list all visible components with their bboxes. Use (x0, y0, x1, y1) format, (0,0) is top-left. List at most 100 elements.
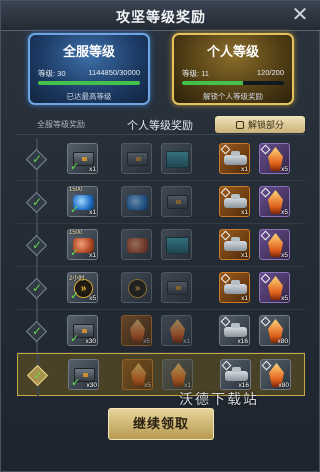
blue-resource-icon (127, 195, 148, 210)
locked-reward-slot[interactable]: x5 (259, 143, 290, 174)
claimed-check-icon: ✓ (31, 238, 43, 252)
server-reward-slot[interactable]: 1500 ✓ x1 (67, 186, 98, 217)
reward-qty: x1 (89, 252, 96, 259)
reward-qty: x80 (278, 382, 289, 389)
tab-unlock-section[interactable]: 解锁部分 (215, 116, 305, 133)
reward-qty: x5 (281, 252, 288, 259)
level-rail: ✓ (17, 310, 57, 353)
personal-reward-slot[interactable] (161, 186, 192, 217)
reward-row: ✓ 1500 ✓ x1 x1 x5 (17, 224, 305, 267)
personal-reward-slot[interactable] (121, 229, 152, 260)
reward-qty: x1 (183, 338, 190, 345)
tab-server-rewards[interactable]: 全服等级奖励 (17, 115, 105, 134)
level-rail: ✓ (17, 224, 57, 267)
chest-icon (127, 152, 148, 166)
tank-icon (225, 367, 248, 381)
tank-icon (224, 151, 247, 165)
tank-icon (224, 237, 247, 251)
lock-icon (235, 120, 244, 129)
tab-unlock-label: 解锁部分 (247, 120, 284, 130)
supply-box-icon (166, 237, 189, 254)
close-icon[interactable]: ✕ (289, 4, 311, 26)
server-reward-slot[interactable]: ✓ x30 (68, 359, 99, 390)
server-level-label: 等级: 30 (38, 69, 66, 78)
locked-reward-slot[interactable]: x16 (219, 315, 250, 346)
claimed-check-icon: ✓ (70, 333, 80, 345)
personal-reward-slot[interactable]: x5 (121, 315, 152, 346)
locked-reward-slot[interactable]: x5 (259, 229, 290, 260)
chest-icon (167, 195, 188, 209)
reward-qty: x5 (143, 338, 150, 345)
reward-qty: x16 (237, 338, 248, 345)
pin-icon (260, 187, 271, 198)
personal-progress-bar (182, 81, 284, 85)
pin-icon (260, 316, 271, 327)
personal-progress-fill (182, 81, 244, 85)
reward-qty: x30 (86, 382, 97, 389)
speedup-icon: » (128, 279, 147, 298)
locked-reward-slot[interactable]: x1 (219, 229, 250, 260)
personal-reward-slot[interactable] (161, 272, 192, 303)
reward-qty: x5 (281, 166, 288, 173)
locked-reward-slot[interactable]: x5 (259, 272, 290, 303)
server-reward-slot[interactable]: 1500 ✓ x1 (67, 229, 98, 260)
continue-claim-button[interactable]: 继续领取 (108, 408, 214, 440)
locked-reward-slot[interactable]: x16 (220, 359, 251, 390)
personal-reward-slot[interactable] (121, 143, 152, 174)
personal-card-title: 个人等级 (206, 44, 259, 59)
personal-reward-slot[interactable]: x1 (161, 315, 192, 346)
server-card-note: 已达最高等级 (66, 92, 112, 101)
server-reward-slot[interactable]: » 2小时 ✓ x5 (67, 272, 98, 303)
personal-reward-slot[interactable] (121, 186, 152, 217)
watermark-text: 沃德下载站 (179, 391, 259, 407)
reward-qty: x1 (241, 252, 248, 259)
reward-tag: 2小时 (69, 276, 85, 282)
claimed-check-icon: ✓ (31, 195, 43, 209)
locked-reward-slot[interactable]: x80 (260, 359, 291, 390)
level-rail: ✓ (18, 354, 58, 397)
reward-qty: x1 (241, 209, 248, 216)
pin-icon (261, 360, 272, 371)
locked-reward-slot[interactable]: x1 (219, 186, 250, 217)
reward-row: ✓ ✓ x1 x1 x5 (17, 138, 305, 181)
server-reward-slot[interactable]: ✓ x30 (67, 315, 98, 346)
locked-reward-slot[interactable]: x5 (259, 186, 290, 217)
personal-reward-slot[interactable] (161, 229, 192, 260)
reward-qty: x5 (281, 295, 288, 302)
personal-reward-slot[interactable]: x5 (122, 359, 153, 390)
reward-row: ✓ 1500 ✓ x1 x1 x5 (17, 181, 305, 224)
tank-icon (224, 194, 247, 208)
pin-icon (220, 187, 231, 198)
reward-qty: x5 (281, 209, 288, 216)
chest-icon (167, 281, 188, 295)
tab-personal-rewards[interactable]: 个人等级奖励 (105, 115, 215, 134)
pin-icon (221, 360, 232, 371)
reward-qty: x1 (241, 295, 248, 302)
reward-qty: x1 (89, 166, 96, 173)
claimed-check-icon: ✓ (31, 152, 43, 166)
claimed-check-icon: ✓ (70, 247, 80, 259)
supply-box-icon (166, 151, 189, 168)
personal-reward-slot[interactable]: » (121, 272, 152, 303)
personal-reward-slot[interactable] (161, 143, 192, 174)
locked-reward-slot[interactable]: x80 (259, 315, 290, 346)
tank-icon (224, 280, 247, 294)
pin-icon (220, 316, 231, 327)
level-rail: ✓ (17, 267, 57, 310)
server-reward-slot[interactable]: ✓ x1 (67, 143, 98, 174)
personal-progress-text: 120/200 (256, 68, 284, 77)
claimed-check-icon: ✓ (70, 204, 80, 216)
reward-qty: x1 (241, 166, 248, 173)
locked-reward-slot[interactable]: x1 (219, 143, 250, 174)
reward-dialog: 攻坚等级奖励 ✕ 全服等级 等级: 30 1144850/30000 已达最高等… (0, 0, 320, 472)
reward-qty: x30 (85, 338, 96, 345)
reward-row: ✓ » 2小时 ✓ x5 » x1 x5 (17, 267, 305, 310)
personal-card-note: 解锁个人等级奖励 (203, 92, 263, 101)
reward-row: ✓ ✓ x30 x5 x1 x16 x80 (17, 310, 305, 353)
claimed-check-icon: ✓ (31, 281, 43, 295)
reward-row-selected[interactable]: ✓ ✓ x30 x5 x1 x16 x80 (17, 353, 305, 397)
personal-reward-slot[interactable]: x1 (162, 359, 193, 390)
claimed-check-icon: ✓ (32, 368, 44, 382)
locked-reward-slot[interactable]: x1 (219, 272, 250, 303)
reward-qty: x1 (184, 382, 191, 389)
